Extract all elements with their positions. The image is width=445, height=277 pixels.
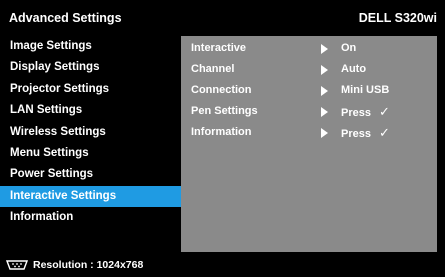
setting-row-interactive[interactable]: Interactive On bbox=[181, 38, 437, 59]
setting-label: Pen Settings bbox=[191, 105, 258, 117]
menu-title: Advanced Settings bbox=[9, 11, 122, 25]
checkmark-icon: ✓ bbox=[378, 125, 390, 140]
sidebar-item-display-settings[interactable]: Display Settings bbox=[0, 57, 181, 78]
setting-label: Connection bbox=[191, 84, 252, 96]
sidebar-item-interactive-settings[interactable]: Interactive Settings bbox=[0, 185, 181, 208]
resolution-text: Resolution : 1024x768 bbox=[33, 258, 144, 271]
display-connector-icon bbox=[5, 259, 29, 270]
model-name: DELL S320wi bbox=[358, 11, 437, 25]
sidebar: Image Settings Display Settings Projecto… bbox=[0, 36, 181, 252]
sidebar-item-information[interactable]: Information bbox=[0, 207, 181, 228]
sidebar-item-menu-settings[interactable]: Menu Settings bbox=[0, 143, 181, 164]
sidebar-item-wireless-settings[interactable]: Wireless Settings bbox=[0, 122, 181, 143]
arrow-right-icon bbox=[321, 86, 328, 96]
setting-label: Information bbox=[191, 126, 252, 138]
sidebar-item-image-settings[interactable]: Image Settings bbox=[0, 36, 181, 57]
setting-label: Interactive bbox=[191, 42, 247, 54]
setting-value: Press ✓ bbox=[341, 101, 390, 124]
press-label: Press bbox=[341, 107, 371, 119]
setting-label: Channel bbox=[191, 63, 235, 75]
checkmark-icon: ✓ bbox=[378, 104, 390, 119]
arrow-right-icon bbox=[321, 128, 328, 138]
sidebar-item-power-settings[interactable]: Power Settings bbox=[0, 164, 181, 185]
setting-row-channel[interactable]: Channel Auto bbox=[181, 59, 437, 80]
setting-value: Press ✓ bbox=[341, 122, 390, 145]
arrow-right-icon bbox=[321, 107, 328, 117]
setting-value: Mini USB bbox=[341, 84, 390, 96]
settings-panel: Interactive On Channel Auto Connection M… bbox=[181, 36, 437, 252]
status-bar: Resolution : 1024x768 bbox=[0, 252, 445, 277]
arrow-right-icon bbox=[321, 65, 328, 75]
sidebar-item-lan-settings[interactable]: LAN Settings bbox=[0, 100, 181, 121]
sidebar-item-projector-settings[interactable]: Projector Settings bbox=[0, 79, 181, 100]
setting-row-connection[interactable]: Connection Mini USB bbox=[181, 80, 437, 101]
header: Advanced Settings DELL S320wi bbox=[0, 0, 445, 36]
setting-row-information[interactable]: Information Press ✓ bbox=[181, 122, 437, 143]
setting-value: On bbox=[341, 42, 357, 54]
setting-value: Auto bbox=[341, 63, 367, 75]
arrow-right-icon bbox=[321, 44, 328, 54]
setting-row-pen-settings[interactable]: Pen Settings Press ✓ bbox=[181, 101, 437, 122]
osd-menu: Advanced Settings DELL S320wi Image Sett… bbox=[0, 0, 445, 277]
press-label: Press bbox=[341, 128, 371, 140]
